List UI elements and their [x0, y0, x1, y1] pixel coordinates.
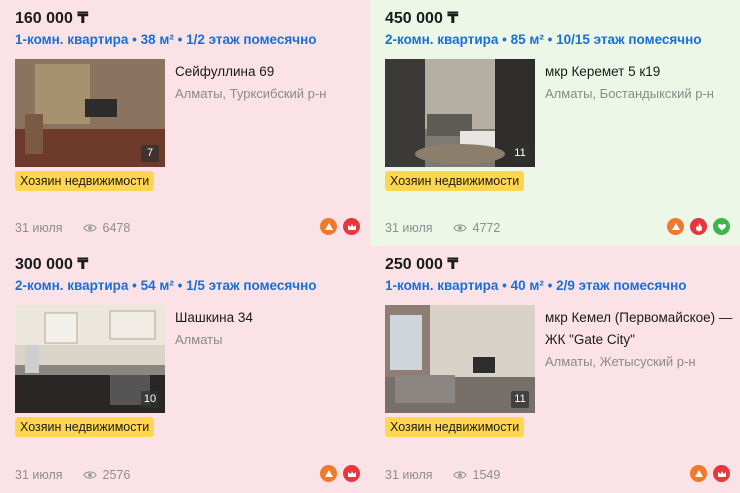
- listing-grid: 160 000 ₸ 1-комн. квартира • 38 м² • 1/2…: [0, 0, 740, 493]
- eye-icon: [82, 471, 97, 479]
- listing-title-link[interactable]: 1-комн. квартира • 38 м² • 1/2 этаж поме…: [15, 30, 370, 50]
- listing-location: Алматы: [175, 332, 223, 347]
- up-icon[interactable]: [320, 465, 337, 482]
- listing-address: Сейфуллина 69: [175, 64, 275, 79]
- listing-meta: 31 июля 6478: [15, 221, 130, 235]
- listing-address: мкр Кемел (Первомайское) — ЖК "Gate City…: [545, 310, 733, 347]
- listing-address: Шашкина 34: [175, 310, 253, 325]
- photo-count: 10: [141, 391, 159, 408]
- up-icon[interactable]: [320, 218, 337, 235]
- photo-count: 11: [511, 145, 529, 162]
- eye-icon: [82, 224, 97, 232]
- listing-photo[interactable]: 11: [385, 59, 535, 167]
- listing-views: 6478: [102, 221, 131, 235]
- listing-location: Алматы, Бостандыкский р-н: [545, 86, 714, 101]
- listing-title-link[interactable]: 2-комн. квартира • 54 м² • 1/5 этаж поме…: [15, 276, 370, 296]
- listing-photo[interactable]: 11: [385, 305, 535, 413]
- listing-title-link[interactable]: 2-комн. квартира • 85 м² • 10/15 этаж по…: [385, 30, 740, 50]
- eye-icon: [452, 471, 467, 479]
- listing-title-link[interactable]: 1-комн. квартира • 40 м² • 2/9 этаж поме…: [385, 276, 740, 296]
- listing-views: 1549: [472, 468, 501, 482]
- listing-location: Алматы, Турксибский р-н: [175, 86, 327, 101]
- crown-icon[interactable]: [343, 465, 360, 482]
- listing-card[interactable]: 300 000 ₸ 2-комн. квартира • 54 м² • 1/5…: [0, 246, 370, 493]
- up-icon[interactable]: [690, 465, 707, 482]
- listing-meta: 31 июля 4772: [385, 221, 500, 235]
- listing-date: 31 июля: [385, 468, 433, 482]
- listing-card[interactable]: 450 000 ₸ 2-комн. квартира • 85 м² • 10/…: [370, 0, 740, 246]
- listing-photo[interactable]: 10: [15, 305, 165, 413]
- listing-price: 300 000 ₸: [15, 256, 89, 273]
- crown-icon[interactable]: [713, 465, 730, 482]
- heart-icon[interactable]: [713, 218, 730, 235]
- owner-badge: Хозяин недвижимости: [385, 171, 525, 191]
- listing-price: 450 000 ₸: [385, 10, 459, 27]
- up-icon[interactable]: [667, 218, 684, 235]
- listing-date: 31 июля: [385, 221, 433, 235]
- listing-photo[interactable]: 7: [15, 59, 165, 167]
- crown-icon[interactable]: [343, 218, 360, 235]
- listing-meta: 31 июля 2576: [15, 468, 130, 482]
- listing-address: мкр Керемет 5 к19: [545, 64, 661, 79]
- listing-card[interactable]: 250 000 ₸ 1-комн. квартира • 40 м² • 2/9…: [370, 246, 740, 493]
- photo-count: 11: [511, 391, 529, 408]
- listing-location: Алматы, Жетысуский р-н: [545, 354, 696, 369]
- owner-badge: Хозяин недвижимости: [385, 417, 525, 437]
- listing-card[interactable]: 160 000 ₸ 1-комн. квартира • 38 м² • 1/2…: [0, 0, 370, 246]
- listing-views: 2576: [102, 468, 131, 482]
- photo-count: 7: [141, 145, 159, 162]
- listing-date: 31 июля: [15, 221, 63, 235]
- owner-badge: Хозяин недвижимости: [15, 417, 155, 437]
- listing-price: 250 000 ₸: [385, 256, 459, 273]
- listing-views: 4772: [472, 221, 501, 235]
- eye-icon: [452, 224, 467, 232]
- owner-badge: Хозяин недвижимости: [15, 171, 155, 191]
- listing-date: 31 июля: [15, 468, 63, 482]
- fire-icon[interactable]: [690, 218, 707, 235]
- listing-price: 160 000 ₸: [15, 10, 89, 27]
- listing-meta: 31 июля 1549: [385, 468, 500, 482]
